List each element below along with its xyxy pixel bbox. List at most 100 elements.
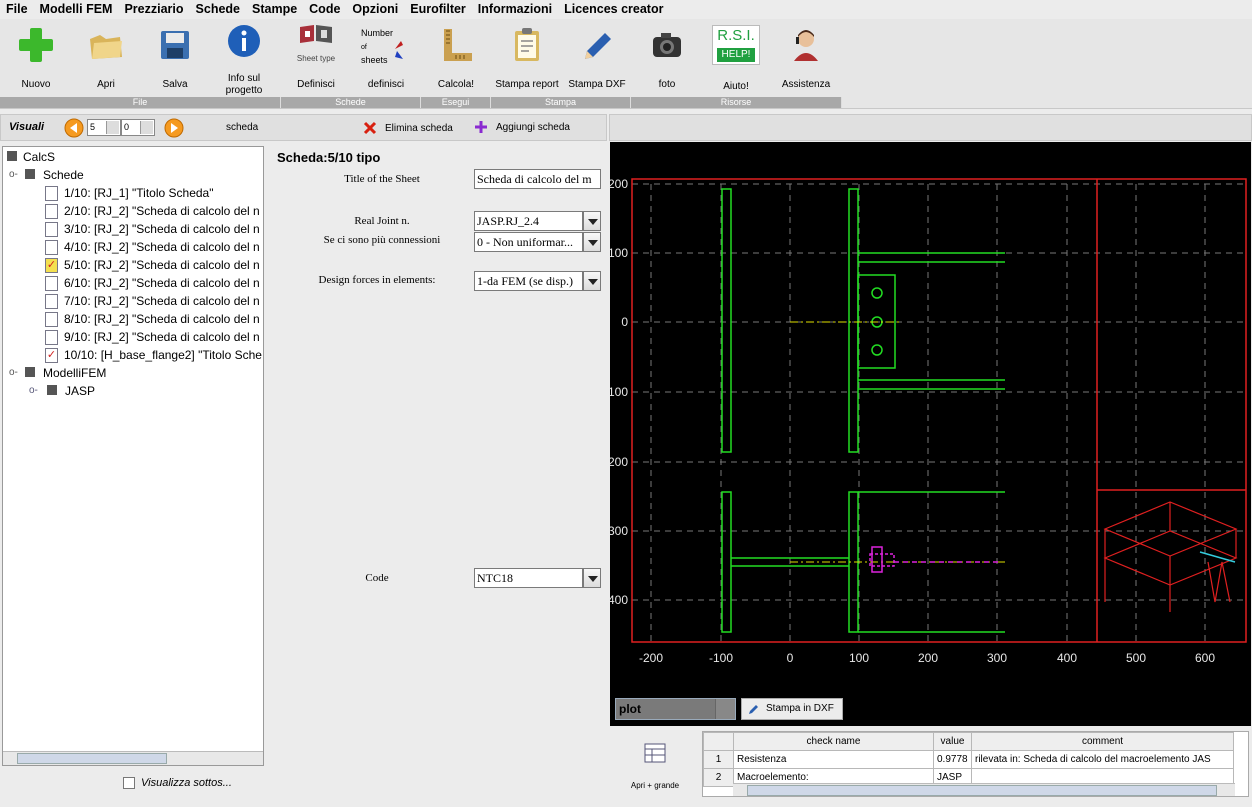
chevron-down-icon[interactable] xyxy=(583,211,601,231)
tree-sheet-item[interactable]: 8/10: [RJ_2] "Scheda di calcolo del n xyxy=(45,310,260,328)
plot-header-bar xyxy=(609,114,1252,141)
menu-code[interactable]: Code xyxy=(303,2,346,16)
checked-document-icon: ✓ xyxy=(45,258,58,274)
tree-toggle-schede[interactable]: o- xyxy=(9,166,18,184)
chevron-down-icon[interactable] xyxy=(106,121,119,134)
document-icon xyxy=(45,312,58,328)
scrollbar-thumb[interactable] xyxy=(17,753,167,764)
x-tick: 200 xyxy=(918,651,938,665)
stampa-in-dxf-button[interactable]: Stampa in DXF xyxy=(741,698,843,720)
menu-prezziario[interactable]: Prezziario xyxy=(118,2,189,16)
connessioni-select[interactable]: 0 - Non uniformar... xyxy=(474,232,583,252)
menu-licences-creator[interactable]: Licences creator xyxy=(558,2,669,16)
apri-button[interactable]: Apri xyxy=(71,19,141,97)
tree-sheet-item[interactable]: 7/10: [RJ_2] "Scheda di calcolo del n xyxy=(45,292,260,310)
calcola-button[interactable]: Calcola! xyxy=(421,19,491,97)
plus-icon xyxy=(19,28,53,62)
code-label: Code xyxy=(365,572,389,584)
column-header-value[interactable]: value xyxy=(933,732,972,751)
definisci-sheets-button[interactable]: Number of sheets definisci xyxy=(351,19,421,97)
tree-sheet-item-selected[interactable]: ✓ 5/10: [RJ_2] "Scheda di calcolo del n xyxy=(45,256,260,274)
menu-modelli-fem[interactable]: Modelli FEM xyxy=(34,2,119,16)
elimina-scheda-button[interactable]: Elimina scheda xyxy=(363,119,453,137)
number-arrows-icon xyxy=(395,41,403,59)
table-row[interactable]: 1 Resistenza 0.9778 rilevata in: Scheda … xyxy=(703,750,1234,769)
joint-drawing: -200 -100 0 100 200 400 300 500 600 200 … xyxy=(608,177,1247,665)
menu-stampe[interactable]: Stampe xyxy=(246,2,303,16)
chevron-down-icon[interactable] xyxy=(715,699,735,719)
tree-node-jasp[interactable]: JASP xyxy=(47,382,95,400)
title-label: Title of the Sheet xyxy=(344,173,420,185)
tree-node-modellifem[interactable]: ModelliFEM xyxy=(25,364,106,382)
column-header-check-name[interactable]: check name xyxy=(733,732,934,751)
menu-informazioni[interactable]: Informazioni xyxy=(472,2,558,16)
scheda-label: scheda xyxy=(226,122,259,133)
stampa-report-button[interactable]: Stampa report xyxy=(492,19,562,97)
scrollbar-thumb[interactable] xyxy=(747,785,1217,796)
stampa-dxf-button[interactable]: Stampa DXF xyxy=(562,19,632,97)
tree-horizontal-scrollbar[interactable] xyxy=(3,751,263,765)
assistenza-button[interactable]: Assistenza xyxy=(771,19,841,97)
tree-sheet-item[interactable]: 4/10: [RJ_2] "Scheda di calcolo del n xyxy=(45,238,260,256)
code-select[interactable]: NTC18 xyxy=(474,568,583,588)
design-forces-label: Design forces in elements: xyxy=(318,274,436,286)
previous-sheet-button[interactable] xyxy=(64,118,84,138)
aiuto-button[interactable]: R.S.I. HELP! Aiuto! xyxy=(701,19,771,97)
design-forces-select[interactable]: 1-da FEM (se disp.) xyxy=(474,271,583,291)
checkbox-box[interactable] xyxy=(123,777,135,789)
document-icon xyxy=(45,204,58,220)
sheet-nav-bar: Visuali 5 0 scheda Elimina scheda Aggiun… xyxy=(0,114,607,141)
check-table: check name value comment 1 Resistenza 0.… xyxy=(702,731,1249,797)
y-tick: 300 xyxy=(610,524,628,538)
check-results-panel: Apri + grande check name value comment 1… xyxy=(610,729,1251,799)
document-icon xyxy=(45,330,58,346)
real-joint-select[interactable]: JASP.RJ_2.4 xyxy=(474,211,583,231)
y-tick: 200 xyxy=(610,177,628,191)
tree-sheet-item[interactable]: 6/10: [RJ_2] "Scheda di calcolo del n xyxy=(45,274,260,292)
document-icon xyxy=(45,186,58,202)
pencil-icon xyxy=(585,33,611,59)
x-tick: 100 xyxy=(849,651,869,665)
info-progetto-button[interactable]: Info sul progetto xyxy=(209,19,279,97)
chevron-down-icon[interactable] xyxy=(583,568,601,588)
visualizza-sottoschede-checkbox[interactable]: Visualizza sottos... xyxy=(123,777,232,789)
folder-icon xyxy=(90,35,122,59)
plot-selector[interactable]: plot xyxy=(615,698,736,720)
menu-file[interactable]: File xyxy=(0,2,34,16)
tree-node-root[interactable]: CalcS xyxy=(7,148,55,166)
drawing-canvas[interactable]: -200 -100 0 100 200 400 300 500 600 200 … xyxy=(608,142,1251,726)
definisci-sheet-type-button[interactable]: Sheet type Definisci xyxy=(281,19,351,97)
tree-toggle-modelli[interactable]: o- xyxy=(9,364,18,382)
tree-sheet-item[interactable]: 2/10: [RJ_2] "Scheda di calcolo del n xyxy=(45,202,260,220)
tree-sheet-item[interactable]: ✓ 10/10: [H_base_flange2] "Titolo Sche xyxy=(45,346,262,364)
y-tick: 100 xyxy=(610,246,628,260)
tree-sheet-item[interactable]: 9/10: [RJ_2] "Scheda di calcolo del n xyxy=(45,328,260,346)
floppy-disk-icon xyxy=(161,31,189,59)
title-field[interactable]: Scheda di calcolo del m xyxy=(474,169,601,189)
tree-sheet-item[interactable]: 1/10: [RJ_1] "Titolo Scheda" xyxy=(45,184,214,202)
chevron-down-icon[interactable] xyxy=(583,232,601,252)
tree-sheet-item[interactable]: 3/10: [RJ_2] "Scheda di calcolo del n xyxy=(45,220,260,238)
tree-node-schede[interactable]: Schede xyxy=(25,166,84,184)
foto-button[interactable]: foto xyxy=(632,19,702,97)
tree-toggle-jasp[interactable]: o- xyxy=(29,382,38,400)
chevron-down-icon[interactable] xyxy=(583,271,601,291)
chevron-down-icon[interactable] xyxy=(140,121,153,134)
apri-grande-button[interactable]: Apri + grande xyxy=(610,729,700,795)
menu-eurofilter[interactable]: Eurofilter xyxy=(404,2,472,16)
menu-schede[interactable]: Schede xyxy=(190,2,246,16)
sheet-index-spinner[interactable]: 5 xyxy=(87,119,121,136)
nuovo-button[interactable]: Nuovo xyxy=(1,19,71,97)
table-horizontal-scrollbar[interactable] xyxy=(733,783,1235,796)
table-icon xyxy=(644,743,666,763)
salva-button[interactable]: Salva xyxy=(140,19,210,97)
aggiungi-scheda-button[interactable]: Aggiungi scheda xyxy=(474,118,570,136)
sheet-sub-spinner[interactable]: 0 xyxy=(121,119,155,136)
menu-opzioni[interactable]: Opzioni xyxy=(346,2,404,16)
toolbar: Nuovo Apri Salva Info sul progetto Sheet … xyxy=(0,19,1252,109)
next-sheet-button[interactable] xyxy=(164,118,184,138)
sheet-type-icon xyxy=(300,25,332,43)
y-tick: 0 xyxy=(621,315,628,329)
column-header-comment[interactable]: comment xyxy=(971,732,1234,751)
cube-icon xyxy=(25,169,35,179)
